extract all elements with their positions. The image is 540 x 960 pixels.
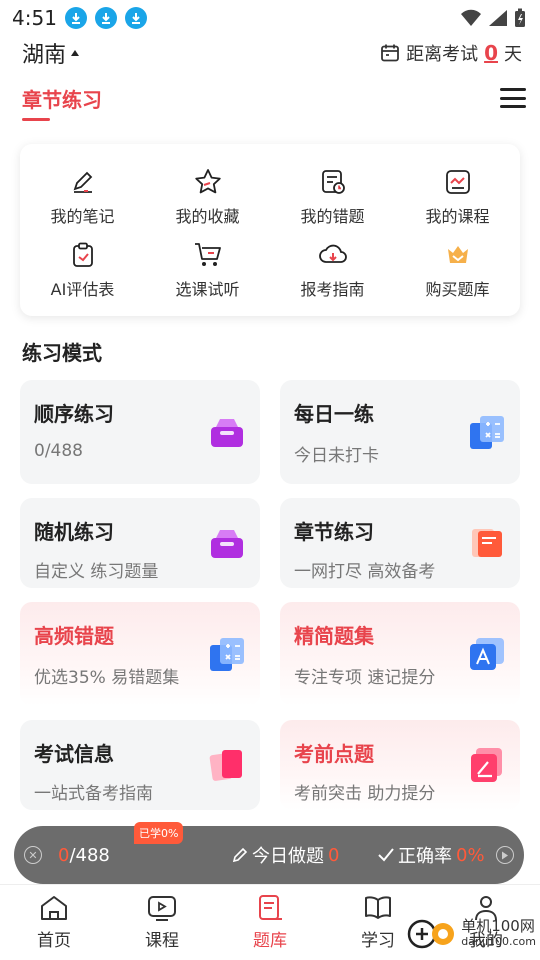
- quick-item-courses[interactable]: 我的课程: [395, 160, 520, 233]
- nav-question-bank[interactable]: 题库: [216, 885, 324, 960]
- exam-unit: 天: [504, 44, 522, 65]
- pencil-icon: [232, 847, 248, 863]
- pink-cards-icon: [209, 750, 242, 781]
- accuracy-label: 正确率: [398, 846, 452, 867]
- quick-item-label: 我的笔记: [50, 206, 115, 226]
- quick-item-label: 我的错题: [300, 206, 365, 226]
- section-title: 练习模式: [22, 340, 102, 365]
- battery-icon: [515, 8, 525, 27]
- exam-countdown[interactable]: 距离考试 0 天: [380, 40, 522, 66]
- watermark-logo-icon: [407, 919, 455, 949]
- nav-label: 首页: [37, 931, 71, 951]
- progress-float-bar[interactable]: ✕ 0 /488 已学0% 今日做题 0 正确率 0%: [14, 822, 524, 884]
- watermark-line2: danji100.com: [461, 935, 536, 948]
- tab-indicator: [22, 118, 50, 121]
- mode-card-chapter[interactable]: 章节练习 一网打尽 高效备考: [280, 498, 520, 588]
- home-icon: [41, 896, 67, 920]
- nav-courses[interactable]: 课程: [108, 885, 216, 960]
- top-bar: 湖南 距离考试 0 天: [0, 36, 540, 70]
- accuracy: 正确率 0%: [378, 842, 485, 868]
- signal-icon: [489, 10, 507, 26]
- quick-item-label: AI评估表: [50, 279, 115, 299]
- progress-total: /488: [69, 844, 110, 866]
- watermark-line1: 单机100网: [461, 917, 535, 935]
- purple-box-icon: [211, 419, 243, 447]
- question-bank-icon: [259, 895, 282, 920]
- book-icon: [365, 896, 391, 919]
- orange-book-icon: [472, 529, 502, 557]
- quick-item-notes[interactable]: 我的笔记: [20, 160, 145, 233]
- mode-card-sequential[interactable]: 顺序练习 0/488: [20, 380, 260, 484]
- watermark: 单机100网 danji100.com: [407, 914, 536, 954]
- crown-icon: [443, 240, 473, 270]
- purple-box-icon: [211, 530, 243, 558]
- course-chart-icon: [443, 167, 473, 197]
- cloud-download-icon: [318, 240, 348, 270]
- mode-card-frequent-errors[interactable]: 高频错题 优选35% 易错题集: [20, 602, 260, 706]
- blue-calc-icon: [210, 638, 244, 671]
- play-icon[interactable]: [496, 846, 514, 864]
- video-icon: [148, 896, 176, 921]
- status-bar: 4:51: [0, 0, 540, 36]
- blue-calc-icon: [470, 416, 504, 449]
- download-icon: [94, 7, 117, 29]
- tab-chapter-practice[interactable]: 章节练习: [22, 84, 102, 113]
- quick-item-exam-guide[interactable]: 报考指南: [270, 233, 395, 306]
- quick-item-course-trial[interactable]: 选课试听: [145, 233, 270, 306]
- learned-badge: 已学0%: [134, 822, 184, 844]
- note-edit-icon: [68, 167, 98, 197]
- star-icon: [193, 167, 223, 197]
- status-time: 4:51: [12, 6, 57, 30]
- wifi-icon: [461, 9, 481, 26]
- blue-ai-icon: [470, 638, 504, 670]
- mode-card-pre-exam[interactable]: 考前点题 考前突击 助力提分: [280, 720, 520, 810]
- quick-item-ai-assessment[interactable]: AI评估表: [20, 233, 145, 306]
- nav-label: 学习: [361, 931, 395, 951]
- clipboard-icon: [68, 240, 98, 270]
- calendar-icon: [381, 44, 399, 62]
- quick-item-label: 我的收藏: [175, 206, 240, 226]
- quick-item-label: 我的课程: [425, 206, 490, 226]
- nav-label: 课程: [145, 931, 179, 951]
- quick-item-label: 选课试听: [175, 279, 240, 299]
- region-selector[interactable]: 湖南: [22, 37, 80, 69]
- mode-card-daily[interactable]: 每日一练 今日未打卡: [280, 380, 520, 484]
- quick-item-wrong-questions[interactable]: 我的错题: [270, 160, 395, 233]
- cart-icon: [193, 240, 223, 270]
- nav-label: 题库: [253, 931, 287, 951]
- today-value: 0: [328, 844, 340, 866]
- accuracy-value: 0%: [456, 844, 485, 866]
- close-icon[interactable]: ✕: [24, 846, 42, 864]
- tab-bar: 章节练习: [0, 70, 540, 126]
- mode-card-condensed[interactable]: 精简题集 专注专项 速记提分: [280, 602, 520, 706]
- quick-item-label: 购买题库: [425, 279, 490, 299]
- wrong-questions-icon: [318, 167, 348, 197]
- mode-card-random[interactable]: 随机练习 自定义 练习题量: [20, 498, 260, 588]
- progress-count: 0 /488: [58, 845, 110, 866]
- exam-days: 0: [484, 41, 498, 65]
- quick-access-panel: 我的笔记 我的收藏 我的错题 我的课程 AI评估表 选课试听 报考指南 购买题库: [20, 144, 520, 316]
- quick-item-label: 报考指南: [300, 279, 365, 299]
- today-questions: 今日做题 0: [232, 842, 339, 868]
- practice-mode-grid: 顺序练习 0/488 每日一练 今日未打卡 随机练习 自定义 练习题量 章节练习…: [20, 380, 520, 824]
- progress-done: 0: [58, 844, 70, 866]
- quick-item-buy-bank[interactable]: 购买题库: [395, 233, 520, 306]
- caret-up-icon: [71, 50, 80, 56]
- pink-pen-icon: [471, 748, 502, 782]
- exam-label: 距离考试: [406, 44, 479, 65]
- today-label: 今日做题: [252, 846, 324, 867]
- mode-card-exam-info[interactable]: 考试信息 一站式备考指南: [20, 720, 260, 810]
- check-icon: [378, 848, 394, 862]
- menu-icon[interactable]: [500, 88, 526, 108]
- download-icon: [124, 7, 147, 29]
- nav-home[interactable]: 首页: [0, 885, 108, 960]
- quick-item-favorites[interactable]: 我的收藏: [145, 160, 270, 233]
- region-label: 湖南: [22, 43, 67, 68]
- download-icon: [64, 7, 87, 29]
